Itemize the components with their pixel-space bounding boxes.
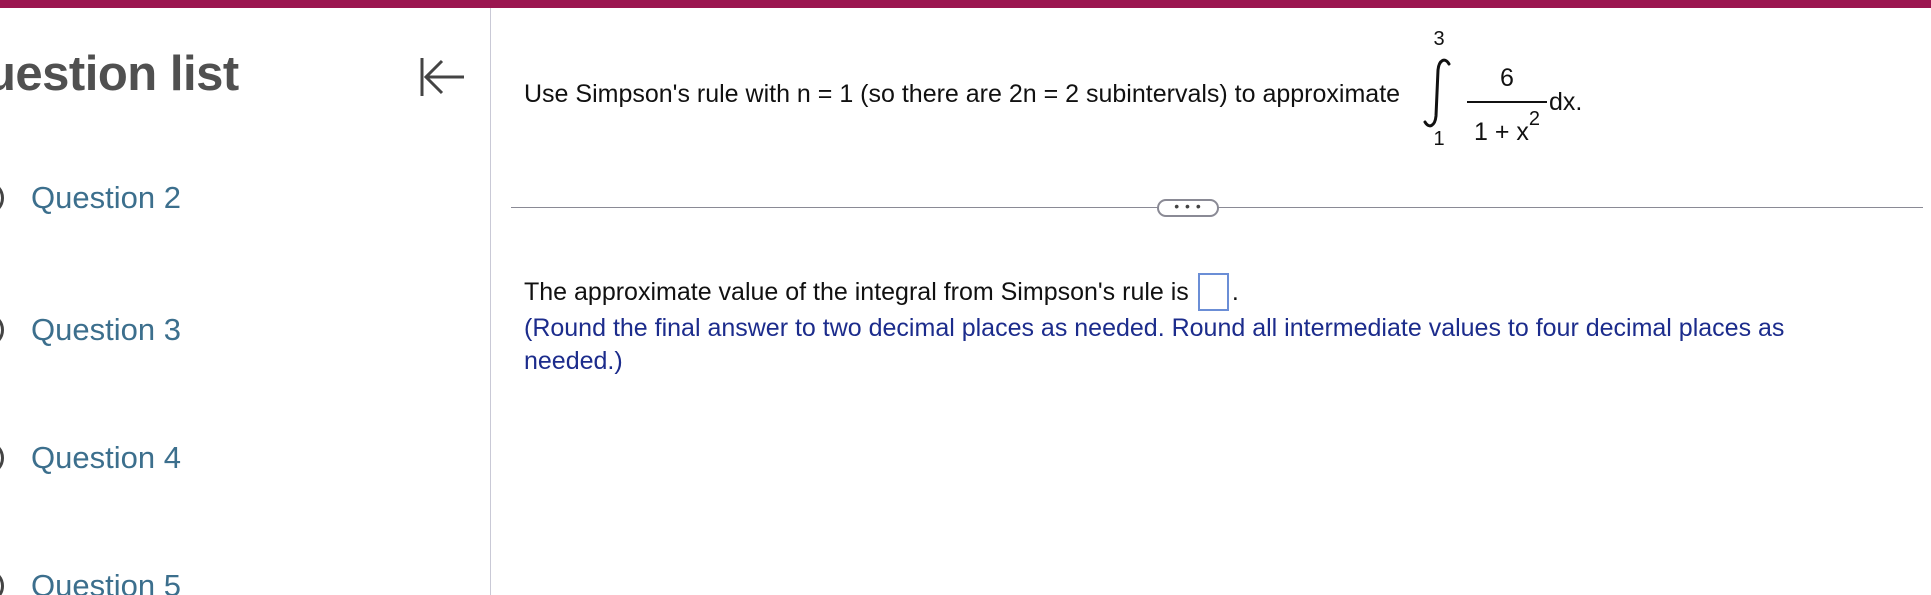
top-accent-bar (0, 0, 1931, 8)
fraction-denominator: 1 + x2 (1467, 109, 1547, 147)
integral-lower-limit: 1 (1433, 128, 1445, 150)
sidebar-item-label: Question 2 (31, 180, 181, 215)
sidebar-item-label: Question 4 (31, 440, 181, 475)
answer-input[interactable] (1197, 273, 1229, 311)
question-prompt: Use Simpson's rule with n = 1 (so there … (524, 80, 1401, 108)
answer-prompt: The approximate value of the integral fr… (524, 277, 1189, 306)
status-circle-icon (0, 181, 4, 215)
sidebar-item-question-3[interactable]: Question 3 (0, 306, 181, 354)
fraction-numerator: 6 (1500, 64, 1514, 92)
denominator-exponent: 2 (1528, 107, 1541, 130)
status-circle-icon (0, 313, 4, 347)
collapse-sidebar-button[interactable] (418, 54, 470, 100)
more-options-button[interactable]: • • • (1157, 199, 1219, 217)
question-panel: Use Simpson's rule with n = 1 (so there … (491, 8, 1931, 595)
answer-period: . (1231, 277, 1239, 306)
denominator-base: 1 + x (1473, 118, 1529, 146)
integral-differential: dx. (1549, 88, 1583, 116)
integral-upper-limit: 3 (1433, 28, 1445, 50)
status-circle-icon (0, 569, 4, 595)
status-circle-icon (0, 441, 4, 475)
sidebar-title: uestion list (0, 47, 239, 101)
sidebar-item-question-5[interactable]: Question 5 (0, 562, 181, 595)
sidebar-item-question-4[interactable]: Question 4 (0, 434, 181, 482)
sidebar-item-label: Question 5 (31, 568, 181, 595)
integral-sign-icon (1423, 58, 1451, 128)
fraction-bar (1467, 101, 1547, 103)
collapse-left-icon (420, 58, 464, 96)
rounding-instruction: (Round the final answer to two decimal p… (524, 314, 1785, 375)
answer-line: The approximate value of the integral fr… (524, 273, 1239, 311)
sidebar-item-label: Question 3 (31, 312, 181, 347)
sidebar-item-question-2[interactable]: Question 2 (0, 174, 181, 222)
integral-expression: 3 1 6 1 + x2 dx. (1421, 28, 1601, 153)
question-list-sidebar: uestion list Question 2 Question 3 Quest… (0, 8, 491, 595)
